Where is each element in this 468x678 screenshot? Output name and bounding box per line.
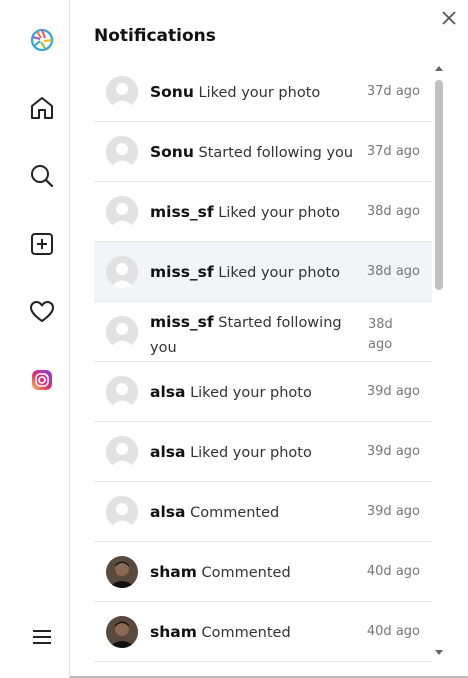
- notification-row[interactable]: alsa Liked your photo 39d ago: [94, 362, 432, 422]
- avatar[interactable]: [106, 376, 138, 408]
- avatar[interactable]: [106, 196, 138, 228]
- timestamp: 38d ago: [366, 264, 420, 279]
- notification-text: miss_sf Liked your photo: [150, 201, 360, 224]
- heart-icon[interactable]: [28, 298, 56, 326]
- notification-action: Liked your photo: [218, 265, 341, 281]
- notification-row[interactable]: Sonu Liked your photo 37d ago: [94, 62, 432, 122]
- notification-row[interactable]: sham Commented 40d ago: [94, 602, 432, 662]
- timestamp: 39d ago: [366, 444, 420, 459]
- username[interactable]: alsa: [150, 383, 185, 401]
- notification-row[interactable]: Sonu Started following you 37d ago: [94, 122, 432, 182]
- username[interactable]: miss_sf: [150, 203, 214, 221]
- avatar[interactable]: [106, 496, 138, 528]
- notification-action: Liked your photo: [190, 445, 312, 461]
- username[interactable]: Sonu: [150, 83, 194, 101]
- notification-row[interactable]: alsa Commented 39d ago: [94, 482, 432, 542]
- notification-text: alsa Liked your photo: [150, 381, 360, 404]
- avatar[interactable]: [106, 316, 138, 348]
- notification-row[interactable]: miss_sf Liked your photo 38d ago: [94, 242, 432, 302]
- username[interactable]: sham: [150, 563, 197, 581]
- timestamp: 38d ago: [368, 317, 393, 352]
- notification-text: sham Commented: [150, 621, 360, 644]
- avatar[interactable]: [106, 136, 138, 168]
- notification-text: alsa Liked your photo: [150, 441, 360, 464]
- scroll-down-arrow-icon[interactable]: [435, 650, 443, 655]
- notification-text: alsa Commented: [150, 501, 360, 524]
- username[interactable]: alsa: [150, 443, 185, 461]
- notification-action: Commented: [201, 625, 291, 641]
- timestamp: 38d ago: [366, 204, 420, 219]
- avatar[interactable]: [106, 556, 138, 588]
- notification-text: miss_sf Started following you: [150, 310, 360, 361]
- username[interactable]: sham: [150, 623, 197, 641]
- sidebar: [0, 0, 70, 678]
- scrollbar[interactable]: [432, 62, 446, 662]
- notification-action: Started following you: [198, 145, 354, 161]
- timestamp: 40d ago: [366, 624, 420, 639]
- username[interactable]: alsa: [150, 503, 185, 521]
- username[interactable]: miss_sf: [150, 263, 214, 281]
- avatar[interactable]: [106, 76, 138, 108]
- avatar[interactable]: [106, 616, 138, 648]
- notification-text: Sonu Liked your photo: [150, 81, 360, 104]
- notification-action: Commented: [201, 565, 291, 581]
- aperture-logo-icon[interactable]: [28, 26, 56, 54]
- timestamp: 39d ago: [366, 384, 420, 399]
- avatar[interactable]: [106, 436, 138, 468]
- notifications-panel: Notifications Sonu Liked your photo 37d a…: [70, 0, 468, 678]
- instagram-icon[interactable]: [28, 366, 56, 394]
- username[interactable]: Sonu: [150, 143, 194, 161]
- notification-action: Liked your photo: [198, 85, 321, 101]
- search-icon[interactable]: [28, 162, 56, 190]
- notification-row[interactable]: miss_sf Liked your photo 38d ago: [94, 182, 432, 242]
- panel-title: Notifications: [94, 26, 216, 46]
- hamburger-menu-icon[interactable]: [28, 623, 56, 651]
- timestamp: 40d ago: [366, 564, 420, 579]
- timestamp: 37d ago: [366, 84, 420, 99]
- timestamp: 37d ago: [366, 144, 420, 159]
- notification-row[interactable]: miss_sf Started following you 38d ago: [94, 302, 432, 362]
- notification-text: sham Commented: [150, 561, 360, 584]
- scroll-up-arrow-icon[interactable]: [435, 66, 443, 71]
- scroll-thumb[interactable]: [435, 80, 443, 290]
- plus-square-icon[interactable]: [28, 230, 56, 258]
- notification-action: Liked your photo: [190, 385, 312, 401]
- notification-row[interactable]: alsa Liked your photo 39d ago: [94, 422, 432, 482]
- notification-text: Sonu Started following you: [150, 141, 360, 164]
- notification-action: Commented: [190, 505, 280, 521]
- username[interactable]: miss_sf: [150, 313, 214, 331]
- notification-row[interactable]: sham Commented 40d ago: [94, 542, 432, 602]
- notification-action: Liked your photo: [218, 205, 341, 221]
- notification-text: miss_sf Liked your photo: [150, 261, 360, 284]
- notification-list: Sonu Liked your photo 37d ago Sonu Started…: [94, 62, 432, 662]
- avatar[interactable]: [106, 256, 138, 288]
- close-icon[interactable]: [440, 9, 458, 27]
- timestamp: 39d ago: [366, 504, 420, 519]
- home-icon[interactable]: [28, 94, 56, 122]
